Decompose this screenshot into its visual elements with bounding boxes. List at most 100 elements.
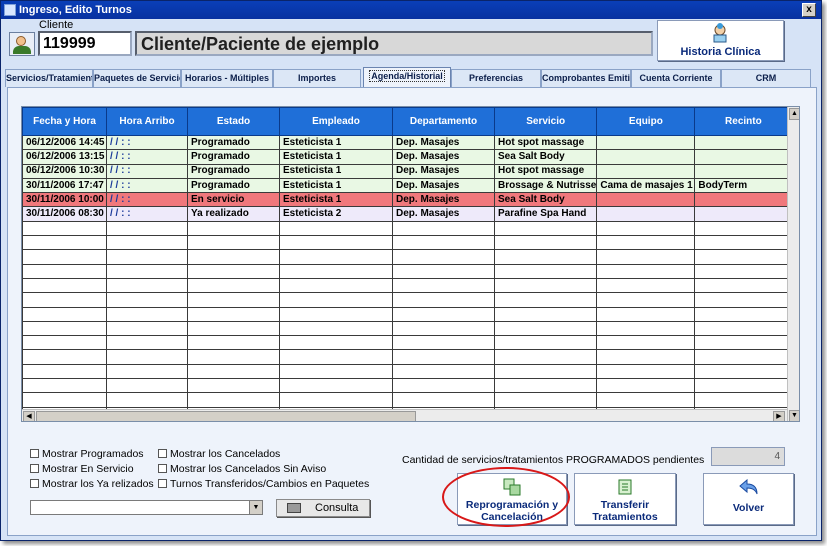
scroll-right-icon[interactable]: ▶ [773, 411, 785, 421]
empty-row [22, 335, 793, 351]
vertical-scrollbar[interactable]: ▲ ▼ [787, 107, 799, 421]
horizontal-scroll-thumb[interactable] [36, 411, 416, 421]
table-cell: Dep. Masajes [392, 134, 495, 151]
pendientes-value: 4 [711, 447, 785, 466]
tab-preferencias[interactable]: Preferencias [451, 69, 541, 87]
historia-clinica-label: Historia Clínica [680, 46, 761, 58]
app-icon [4, 4, 16, 16]
empty-row [22, 277, 793, 294]
table-cell: Programado [187, 149, 280, 165]
table-cell: Esteticista 1 [279, 192, 393, 208]
doctor-icon [713, 23, 727, 43]
tab-horarios[interactable]: Horarios - Múltiples [181, 69, 273, 87]
column-header[interactable]: Estado [187, 107, 280, 136]
table-cell: Ya realizado [187, 206, 280, 222]
table-cell: Dep. Masajes [392, 177, 495, 194]
table-cell: 06/12/2006 10:30 [22, 163, 107, 179]
table-cell [596, 163, 696, 179]
consulta-button[interactable]: Consulta [276, 499, 370, 517]
horizontal-scrollbar[interactable]: ◀ ▶ [22, 409, 787, 421]
table-cell: Esteticista 1 [279, 134, 393, 151]
column-header[interactable]: Hora Arribo [106, 107, 188, 136]
table-cell [694, 149, 793, 165]
column-header[interactable]: Recinto [694, 107, 793, 136]
historia-clinica-button[interactable]: Historia Clínica [657, 20, 784, 61]
tab-comprobantes[interactable]: Comprobantes Emitidos [541, 69, 631, 87]
tab-cuenta-corriente[interactable]: Cuenta Corriente [631, 69, 721, 87]
tab-servicios[interactable]: Servicios/Tratamientos [5, 69, 93, 87]
column-header[interactable]: Servicio [493, 107, 598, 136]
table-cell [596, 149, 696, 165]
empty-row [22, 363, 793, 380]
cliente-code-field[interactable]: 119999 [38, 31, 132, 56]
table-cell: Programado [187, 134, 280, 151]
table-row[interactable]: 06/12/2006 13:15/ / : : Programado Estetic… [22, 149, 793, 165]
table-row[interactable]: 06/12/2006 14:45/ / : : Programado Estetic… [22, 134, 793, 151]
empty-row [22, 378, 793, 394]
volver-button[interactable]: Volver [703, 473, 794, 525]
table-row[interactable]: 30/11/2006 17:47/ / : : Programado Estetic… [22, 177, 793, 194]
empty-row [22, 392, 793, 408]
table-row[interactable]: 30/11/2006 10:00/ / : : En servicio Esteti… [22, 192, 793, 208]
chk-programados[interactable]: Mostrar Programados [30, 448, 144, 460]
table-cell: 30/11/2006 17:47 [22, 177, 107, 194]
table-cell: Cama de masajes 1 [596, 177, 696, 194]
table-cell: Hot spot massage [493, 163, 598, 179]
scroll-up-icon[interactable]: ▲ [789, 108, 799, 120]
table-cell [596, 192, 696, 208]
table-cell: Sea Salt Body [493, 149, 598, 165]
main-window: Ingreso, Edito Turnos x Cliente 119999 C… [0, 0, 822, 541]
client-icon[interactable] [9, 32, 35, 56]
chk-cancelados-sin-aviso[interactable]: Mostrar los Cancelados Sin Aviso [158, 463, 326, 475]
tab-crm[interactable]: CRM [721, 69, 811, 87]
table-cell: / / : : [106, 177, 188, 194]
chk-transferidos[interactable]: Turnos Transferidos/Cambios en Paquetes [158, 478, 369, 490]
table-cell: Sea Salt Body [493, 192, 598, 208]
table-cell [596, 134, 696, 151]
table-cell: Dep. Masajes [392, 206, 495, 222]
chk-en-servicio[interactable]: Mostrar En Servicio [30, 463, 134, 475]
table-cell [694, 134, 793, 151]
table-cell [694, 206, 793, 222]
empty-row [22, 263, 793, 279]
scroll-left-icon[interactable]: ◀ [23, 411, 35, 421]
table-cell: Brossage & Nutrisse [493, 177, 598, 194]
empty-row [22, 320, 793, 337]
table-cell: Dep. Masajes [392, 192, 495, 208]
table-cell: / / : : [106, 163, 188, 179]
chk-realizados[interactable]: Mostrar los Ya relizados [30, 478, 154, 490]
column-header[interactable]: Departamento [392, 107, 495, 136]
pendientes-label: Cantidad de servicios/tratamientos PROGR… [402, 454, 705, 466]
tab-importes[interactable]: Importes [273, 69, 361, 87]
table-cell: Esteticista 1 [279, 149, 393, 165]
chevron-down-icon[interactable]: ▼ [249, 501, 262, 514]
column-header[interactable]: Empleado [279, 107, 393, 136]
empty-row [22, 349, 793, 365]
transferir-button[interactable]: Transferir Tratamientos [574, 473, 676, 525]
empty-row [22, 306, 793, 322]
highlight-ellipse [442, 467, 570, 527]
table-cell: 30/11/2006 10:00 [22, 192, 107, 208]
cliente-name-field: Cliente/Paciente de ejemplo [135, 31, 653, 56]
tab-bar: Servicios/Tratamientos Paquetes de Servi… [1, 67, 821, 87]
filter-select[interactable]: ▼ [30, 500, 263, 515]
table-cell: Hot spot massage [493, 134, 598, 151]
tab-content-panel: Fecha y Hora Hora Arribo Estado Empleado Dep… [7, 87, 817, 536]
title-bar: Ingreso, Edito Turnos x [1, 1, 821, 19]
table-row[interactable]: 30/11/2006 08:30/ / : : Ya realizado Estet… [22, 206, 793, 222]
table-row[interactable]: 06/12/2006 10:30/ / : : Programado Estetic… [22, 163, 793, 179]
chk-cancelados[interactable]: Mostrar los Cancelados [158, 448, 280, 460]
turnos-grid[interactable]: Fecha y Hora Hora Arribo Estado Empleado Dep… [21, 106, 800, 422]
column-header[interactable]: Fecha y Hora [22, 107, 107, 136]
scroll-down-icon[interactable]: ▼ [789, 410, 799, 421]
tab-paquetes[interactable]: Paquetes de Servicios [93, 69, 181, 87]
empty-row [22, 292, 793, 308]
column-header[interactable]: Equipo [596, 107, 696, 136]
tab-agenda[interactable]: Agenda/Historial [363, 67, 451, 87]
table-cell: BodyTerm [694, 177, 793, 194]
table-cell: / / : : [106, 149, 188, 165]
table-cell: 06/12/2006 13:15 [22, 149, 107, 165]
table-cell: Esteticista 1 [279, 177, 393, 194]
table-cell: 06/12/2006 14:45 [22, 134, 107, 151]
close-button[interactable]: x [802, 3, 816, 17]
